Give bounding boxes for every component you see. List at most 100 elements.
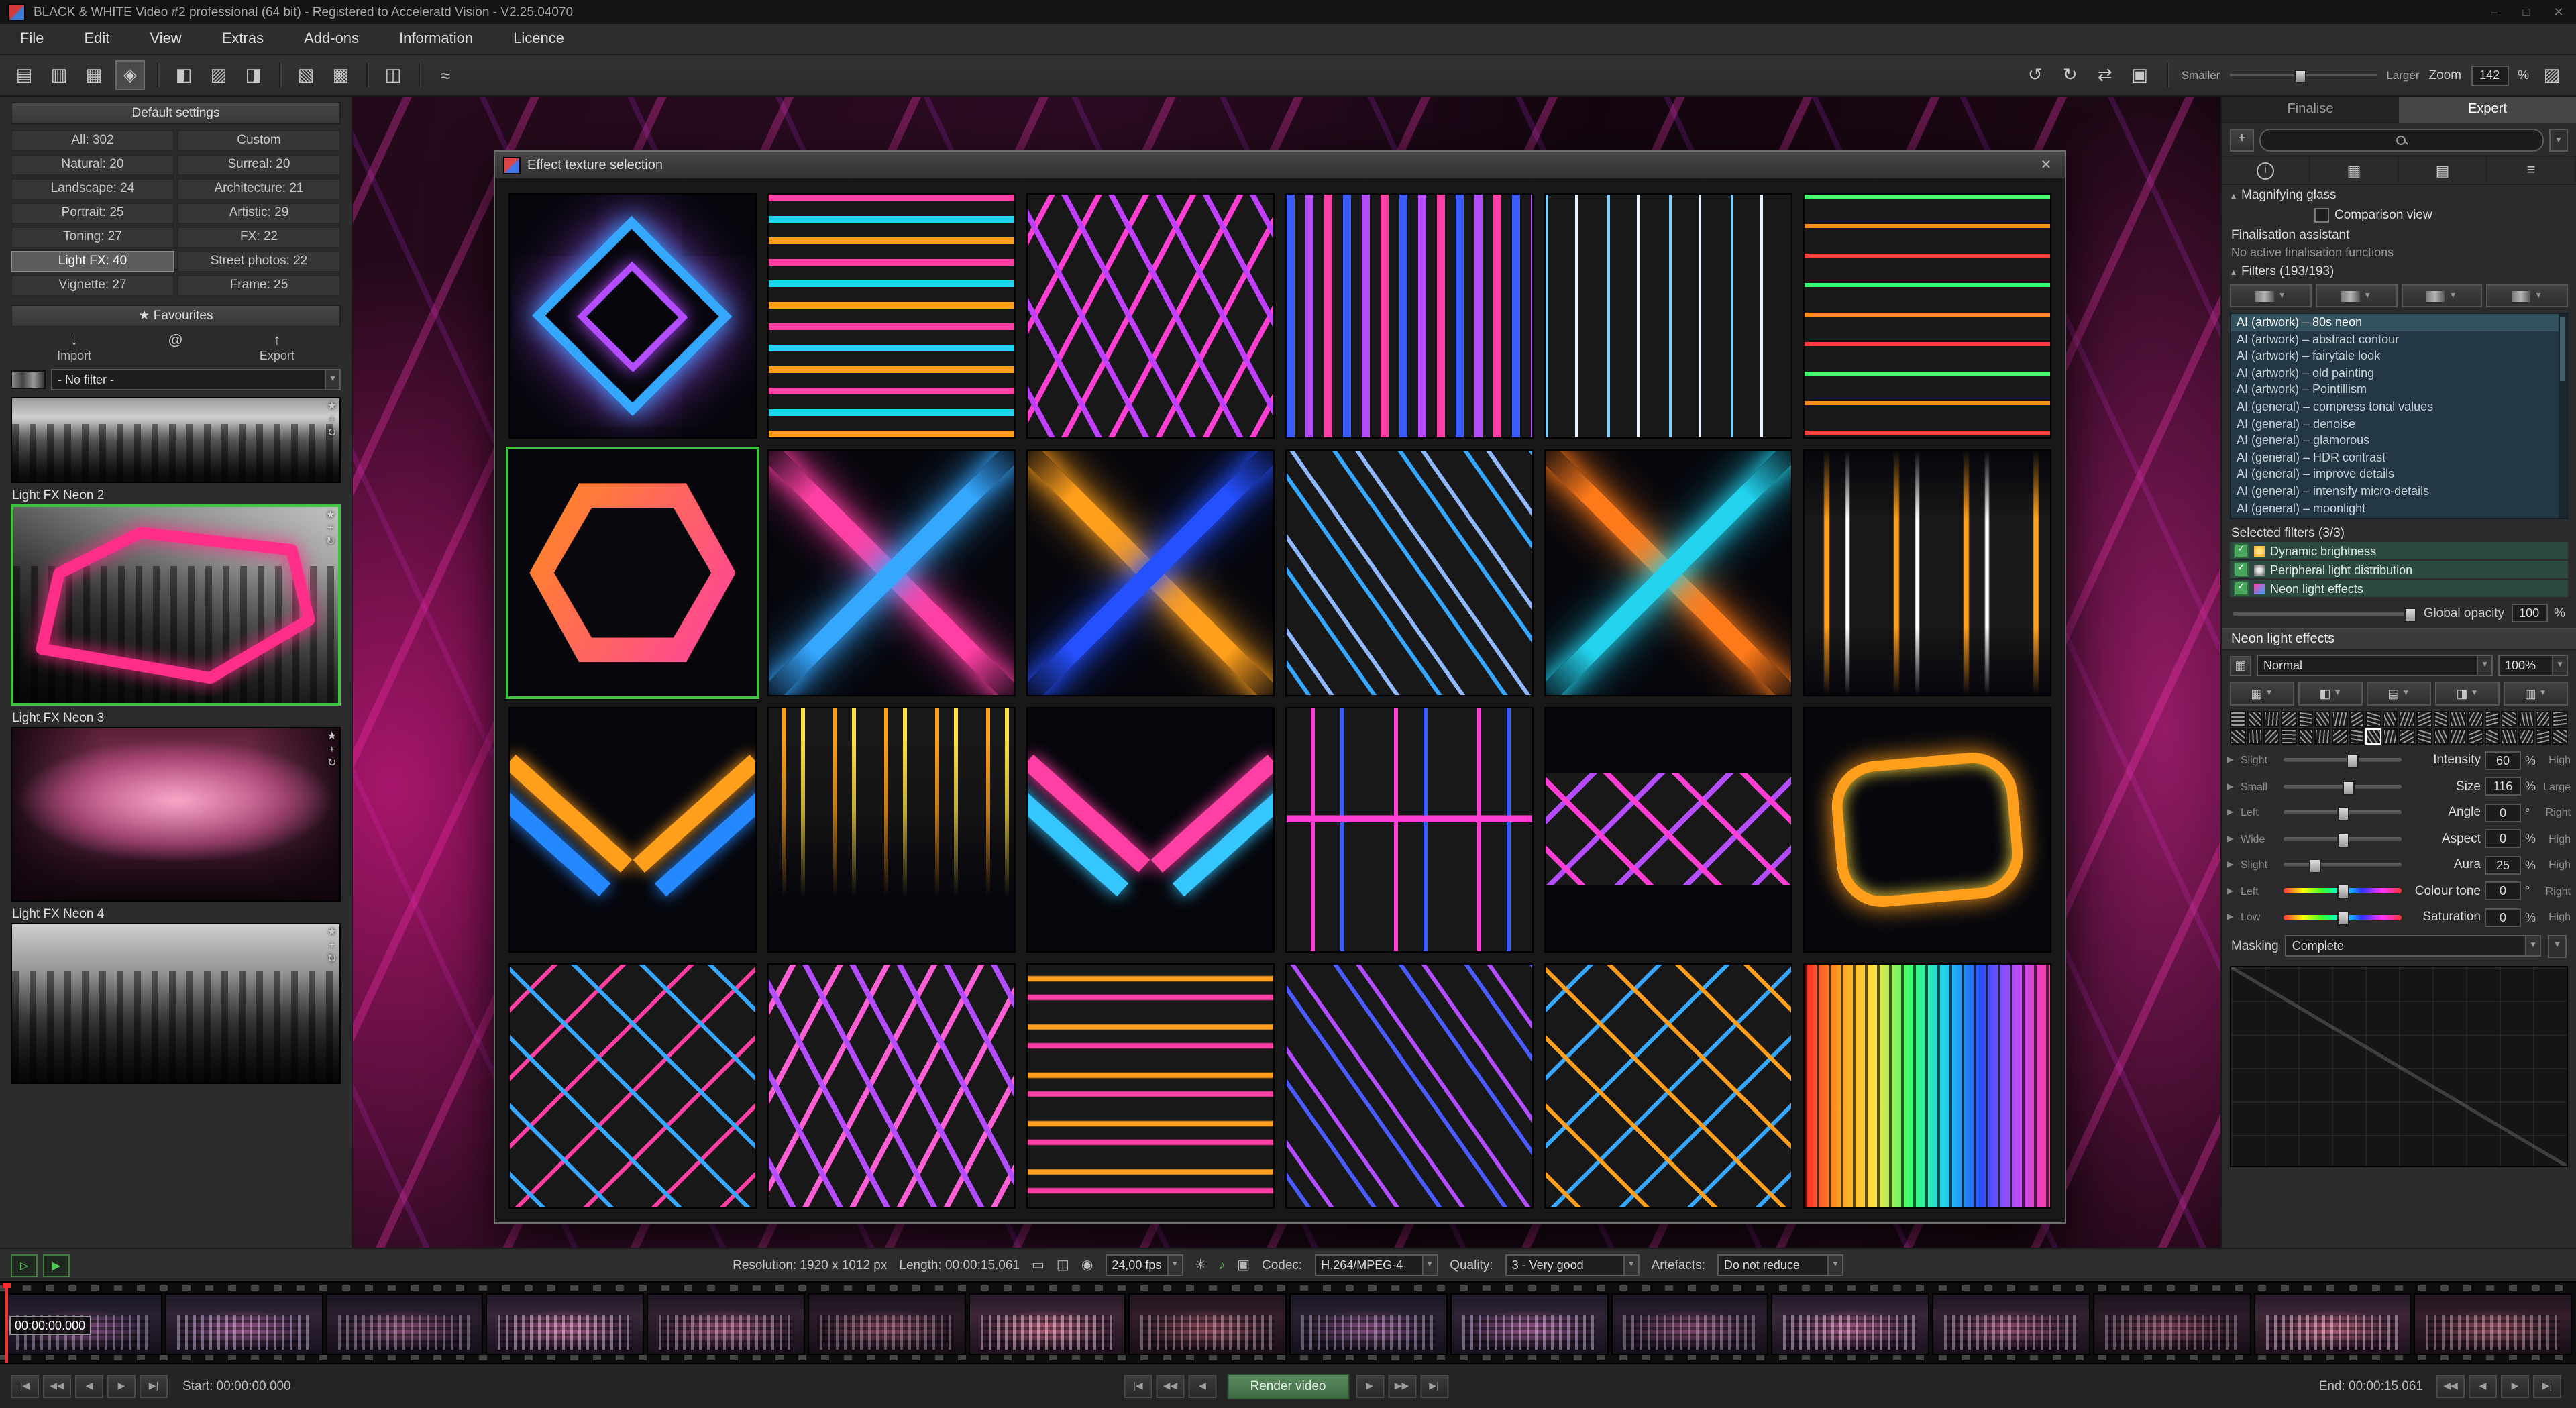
texture-vertical-bars[interactable]: [1285, 193, 1534, 439]
selected-filter-dynamic-brightness[interactable]: ✓Dynamic brightness: [2230, 542, 2568, 559]
slider-track-angle[interactable]: [2284, 811, 2402, 815]
step-back-button[interactable]: ◀: [75, 1375, 103, 1398]
mini-texture-25[interactable]: [2298, 728, 2313, 745]
filter-category-2-button[interactable]: ▼: [2316, 284, 2398, 307]
fast-rewind-button[interactable]: ◀◀: [43, 1375, 71, 1398]
scrollbar-thumb[interactable]: [2560, 317, 2565, 381]
play-button[interactable]: ▶: [107, 1375, 136, 1398]
mini-texture-34[interactable]: [2451, 728, 2466, 745]
blend-mode-dropdown[interactable]: Normal ▼: [2257, 655, 2493, 676]
jump-end-button[interactable]: ▶|: [2533, 1375, 2561, 1398]
mini-texture-32[interactable]: [2416, 728, 2432, 745]
filter-item-ai-general-improve-details[interactable]: AI (general) – improve details: [2231, 466, 2567, 483]
slider-thumb[interactable]: [2309, 859, 2321, 874]
batch-icon[interactable]: ◫: [380, 62, 407, 89]
texture-rainbow-streaks[interactable]: [1803, 963, 2051, 1209]
filter-item-ai-general-compress-tonal-values[interactable]: AI (general) – compress tonal values: [2231, 398, 2567, 415]
mini-texture-4[interactable]: [2281, 711, 2296, 727]
texture-set-4-button[interactable]: ◨▼: [2435, 682, 2500, 706]
timeline-frame[interactable]: [1289, 1293, 1448, 1355]
dialog-titlebar[interactable]: Effect texture selection ✕: [495, 152, 2065, 180]
mini-texture-26[interactable]: [2314, 728, 2330, 745]
expander-icon[interactable]: ▶: [2227, 861, 2237, 870]
redo-icon[interactable]: ↻: [2057, 62, 2084, 89]
texture-pink-blue-cross[interactable]: [767, 450, 1016, 696]
menu-view[interactable]: View: [129, 31, 201, 47]
jump-end-button[interactable]: ▶|: [1420, 1375, 1448, 1398]
mini-texture-27[interactable]: [2332, 728, 2347, 745]
masking-options-button[interactable]: ▼: [2548, 934, 2567, 957]
refresh-icon[interactable]: ↻: [326, 537, 335, 547]
texture-warm-horizontal-streaks[interactable]: [1026, 963, 1275, 1209]
mini-texture-37[interactable]: [2502, 728, 2517, 745]
texture-zigzag-wave[interactable]: [1544, 706, 1792, 953]
global-opacity-value[interactable]: 100: [2511, 604, 2547, 622]
slider-value[interactable]: 0: [2485, 908, 2521, 927]
mini-texture-15[interactable]: [2467, 711, 2483, 727]
timeline-frame[interactable]: [1450, 1293, 1609, 1355]
category-artistic-29[interactable]: Artistic: 29: [177, 203, 341, 224]
timeline-frame[interactable]: [808, 1293, 966, 1355]
close-button[interactable]: ✕: [2549, 5, 2568, 19]
filter-dropdown[interactable]: - No filter - ▼: [51, 369, 341, 390]
preview-eye-icon[interactable]: ◉: [1081, 1258, 1093, 1272]
snapshot-icon[interactable]: ▣: [2127, 62, 2153, 89]
filter-item-ai-general-denoise[interactable]: AI (general) – denoise: [2231, 415, 2567, 432]
timeline-frame[interactable]: [2253, 1293, 2412, 1355]
mini-texture-24[interactable]: [2281, 728, 2296, 745]
settings-gear-icon[interactable]: ✳: [1195, 1258, 1206, 1272]
mirror-icon[interactable]: ⇄: [2092, 62, 2118, 89]
texture-purple-vee-stripes[interactable]: [1026, 193, 1275, 439]
masking-dropdown[interactable]: Complete ▼: [2286, 935, 2541, 957]
list-view-icon[interactable]: ▤: [2399, 157, 2487, 184]
favourite-star-icon[interactable]: ★: [327, 927, 337, 938]
search-input[interactable]: [2259, 129, 2544, 152]
texture-orange-blue-chevrons[interactable]: [508, 706, 757, 953]
timeline-frame[interactable]: [1932, 1293, 2090, 1355]
checkbox-checked-icon[interactable]: ✓: [2234, 581, 2249, 596]
artefacts-dropdown[interactable]: Do not reduce ▼: [1717, 1254, 1843, 1276]
step-back-button[interactable]: ◀: [1188, 1375, 1216, 1398]
dual-monitor-icon[interactable]: ◫: [1057, 1258, 1069, 1272]
category-architecture-21[interactable]: Architecture: 21: [177, 178, 341, 200]
play-filtered-button[interactable]: ▶: [43, 1254, 70, 1277]
playhead[interactable]: [5, 1283, 8, 1363]
slider-track-aura[interactable]: [2284, 863, 2402, 867]
mini-texture-28[interactable]: [2349, 728, 2364, 745]
zoom-slider-thumb[interactable]: [2294, 70, 2306, 83]
mini-texture-13[interactable]: [2434, 711, 2449, 727]
mini-texture-2[interactable]: [2247, 711, 2262, 727]
expander-icon[interactable]: ▶: [2227, 808, 2237, 818]
category-street-photos-22[interactable]: Street photos: 22: [177, 251, 341, 272]
effect-wand-icon[interactable]: ◈: [115, 60, 145, 90]
slider-track-saturation[interactable]: [2284, 915, 2402, 920]
text-icon[interactable]: ▩: [327, 62, 354, 89]
texture-set-5-button[interactable]: ▥▼: [2504, 682, 2568, 706]
timeline-frame[interactable]: [1129, 1293, 1287, 1355]
texture-set-1-button[interactable]: ▦▼: [2230, 682, 2294, 706]
timeline-frame[interactable]: [2414, 1293, 2573, 1355]
texture-orange-loop[interactable]: [1803, 706, 2051, 953]
mini-texture-12[interactable]: [2416, 711, 2432, 727]
mini-texture-3[interactable]: [2264, 711, 2279, 727]
undo-icon[interactable]: ↺: [2022, 62, 2049, 89]
slider-thumb[interactable]: [2337, 807, 2349, 822]
category-fx-22[interactable]: FX: 22: [177, 227, 341, 248]
info-icon[interactable]: i: [2222, 157, 2310, 184]
import-button[interactable]: ↓Import: [57, 334, 91, 362]
mini-texture-22[interactable]: [2247, 728, 2262, 745]
selected-filter-peripheral-light-distribution[interactable]: ✓Peripheral light distribution: [2230, 561, 2568, 578]
global-opacity-thumb[interactable]: [2404, 607, 2416, 622]
texture-blue-diagonal-lines[interactable]: [1285, 450, 1534, 696]
mini-texture-18[interactable]: [2518, 711, 2534, 727]
mini-texture-30[interactable]: [2383, 728, 2398, 745]
mini-texture-36[interactable]: [2484, 728, 2500, 745]
slider-value[interactable]: 0: [2485, 830, 2521, 849]
comparison-view-checkbox[interactable]: [2314, 208, 2329, 223]
single-monitor-icon[interactable]: ▭: [1032, 1258, 1044, 1272]
timeline-frame[interactable]: [1611, 1293, 1769, 1355]
favourite-star-icon[interactable]: ★: [327, 731, 337, 742]
play-button[interactable]: ▶: [2501, 1375, 2529, 1398]
texture-horizontal-bars[interactable]: [767, 193, 1016, 439]
favourite-star-icon[interactable]: ★: [327, 401, 337, 412]
